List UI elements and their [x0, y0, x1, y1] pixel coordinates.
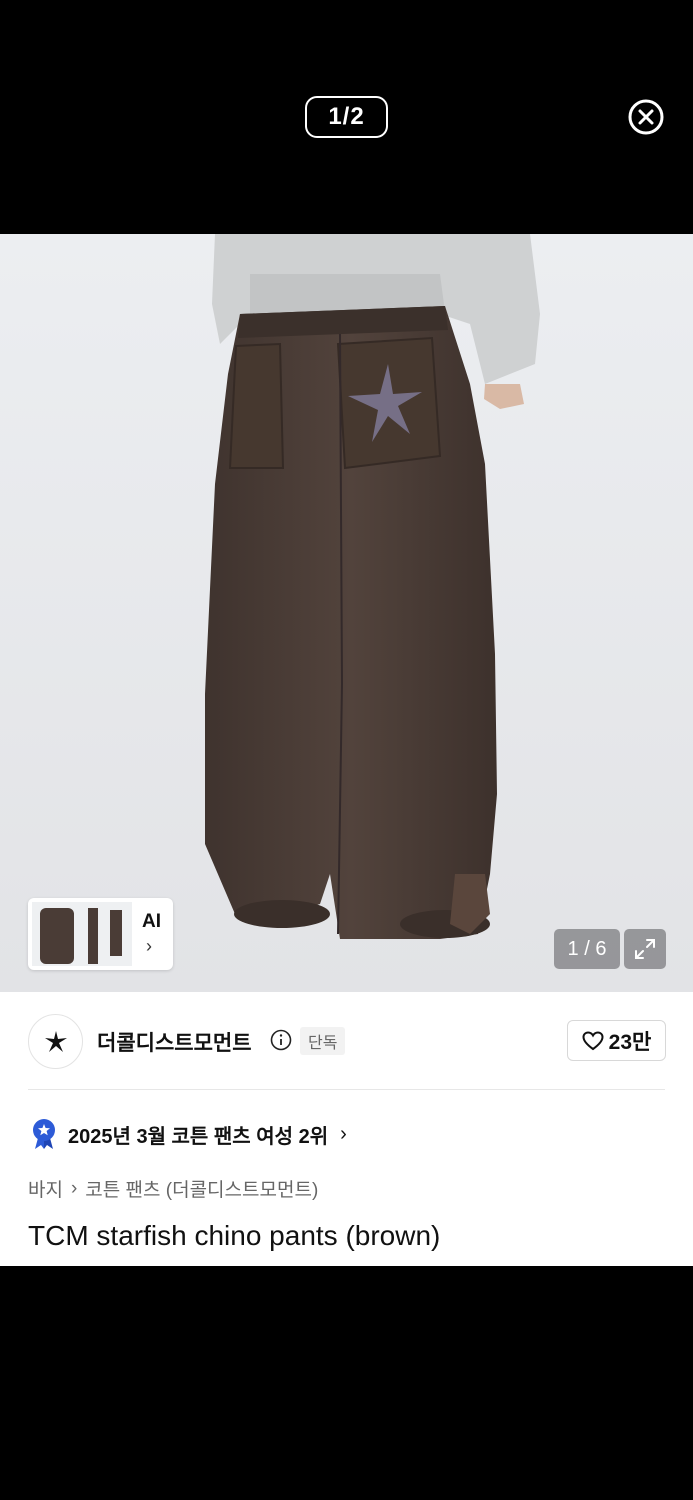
viewer-top-bar: 1/2: [0, 0, 693, 234]
product-title: TCM starfish chino pants (brown): [28, 1220, 441, 1251]
ribbon-badge-icon: [33, 1119, 55, 1149]
breadcrumb-separator: ›: [70, 1177, 78, 1199]
info-icon[interactable]: [270, 1029, 292, 1051]
breadcrumb-category[interactable]: 바지: [28, 1175, 63, 1202]
product-image[interactable]: AI › 1 / 6: [0, 234, 693, 992]
ai-similar-card[interactable]: AI ›: [28, 898, 173, 970]
starfish-logo-icon: [44, 1030, 67, 1052]
exclusive-badge: 단독: [300, 1027, 346, 1055]
ranking-link[interactable]: 2025년 3월 코튼 팬츠 여성 2위 ›: [30, 1118, 347, 1150]
close-button[interactable]: [627, 98, 665, 136]
brand-logo[interactable]: [28, 1014, 83, 1069]
breadcrumb-subcategory[interactable]: 코튼 팬츠 (더콜디스트모먼트): [85, 1175, 318, 1202]
ai-thumbnail: [32, 902, 132, 966]
image-counter: 1 / 6: [554, 929, 620, 969]
ranking-text: 2025년 3월 코튼 팬츠 여성 2위: [68, 1125, 329, 1148]
chevron-right-icon: ›: [146, 936, 152, 956]
close-icon: [628, 99, 664, 135]
like-count: 23만: [608, 1030, 652, 1054]
chevron-right-icon: ›: [340, 1122, 347, 1145]
product-info: 더콜디스트모먼트 단독 23만 2025년 3월 코튼 팬츠 여성 2위 › 바…: [0, 992, 693, 1266]
expand-icon: [635, 939, 655, 959]
page-indicator: 1/2: [305, 96, 388, 138]
like-button[interactable]: 23만: [567, 1020, 666, 1061]
bottom-overlay: [0, 1266, 693, 1500]
ai-label: AI: [142, 911, 161, 932]
breadcrumb: 바지 › 코튼 팬츠 (더콜디스트모먼트): [28, 1175, 318, 1202]
expand-button[interactable]: [624, 929, 666, 969]
divider: [28, 1089, 665, 1090]
brand-name[interactable]: 더콜디스트모먼트: [97, 1027, 252, 1057]
heart-icon: [582, 1030, 604, 1050]
